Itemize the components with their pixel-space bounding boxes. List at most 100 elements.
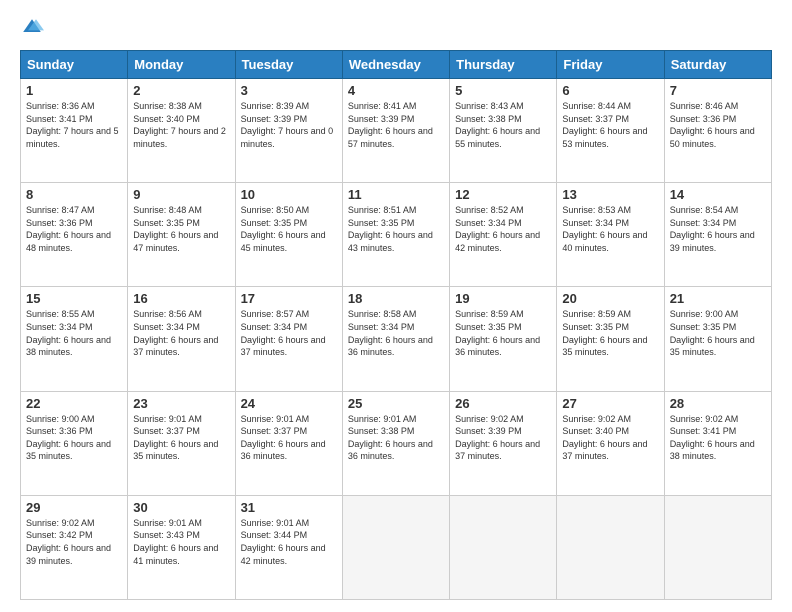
day-number: 4 xyxy=(348,83,444,98)
day-number: 9 xyxy=(133,187,229,202)
day-info: Sunrise: 8:51 AMSunset: 3:35 PMDaylight:… xyxy=(348,204,444,254)
day-number: 7 xyxy=(670,83,766,98)
header xyxy=(20,16,772,40)
day-number: 17 xyxy=(241,291,337,306)
day-info: Sunrise: 9:01 AMSunset: 3:37 PMDaylight:… xyxy=(241,413,337,463)
day-info: Sunrise: 8:46 AMSunset: 3:36 PMDaylight:… xyxy=(670,100,766,150)
day-number: 29 xyxy=(26,500,122,515)
day-info: Sunrise: 8:50 AMSunset: 3:35 PMDaylight:… xyxy=(241,204,337,254)
day-number: 8 xyxy=(26,187,122,202)
calendar-cell: 7 Sunrise: 8:46 AMSunset: 3:36 PMDaylight… xyxy=(664,79,771,183)
day-number: 20 xyxy=(562,291,658,306)
weekday-header: Sunday xyxy=(21,51,128,79)
day-info: Sunrise: 8:57 AMSunset: 3:34 PMDaylight:… xyxy=(241,308,337,358)
calendar-cell: 19 Sunrise: 8:59 AMSunset: 3:35 PMDayligh… xyxy=(450,287,557,391)
day-info: Sunrise: 8:41 AMSunset: 3:39 PMDaylight:… xyxy=(348,100,444,150)
day-info: Sunrise: 9:02 AMSunset: 3:39 PMDaylight:… xyxy=(455,413,551,463)
day-number: 18 xyxy=(348,291,444,306)
calendar-cell: 30 Sunrise: 9:01 AMSunset: 3:43 PMDayligh… xyxy=(128,495,235,599)
day-info: Sunrise: 8:48 AMSunset: 3:35 PMDaylight:… xyxy=(133,204,229,254)
calendar-cell xyxy=(664,495,771,599)
day-number: 21 xyxy=(670,291,766,306)
day-info: Sunrise: 9:02 AMSunset: 3:42 PMDaylight:… xyxy=(26,517,122,567)
logo xyxy=(20,16,48,40)
calendar-table: SundayMondayTuesdayWednesdayThursdayFrid… xyxy=(20,50,772,600)
day-number: 2 xyxy=(133,83,229,98)
calendar-cell: 8 Sunrise: 8:47 AMSunset: 3:36 PMDaylight… xyxy=(21,183,128,287)
day-number: 16 xyxy=(133,291,229,306)
calendar-cell: 23 Sunrise: 9:01 AMSunset: 3:37 PMDayligh… xyxy=(128,391,235,495)
day-number: 31 xyxy=(241,500,337,515)
day-info: Sunrise: 8:44 AMSunset: 3:37 PMDaylight:… xyxy=(562,100,658,150)
calendar-cell: 11Sunrise: 8:51 AMSunset: 3:35 PMDayligh… xyxy=(342,183,449,287)
calendar-cell: 6 Sunrise: 8:44 AMSunset: 3:37 PMDaylight… xyxy=(557,79,664,183)
day-number: 27 xyxy=(562,396,658,411)
page: SundayMondayTuesdayWednesdayThursdayFrid… xyxy=(0,0,792,612)
calendar-cell: 9 Sunrise: 8:48 AMSunset: 3:35 PMDaylight… xyxy=(128,183,235,287)
calendar-cell: 24 Sunrise: 9:01 AMSunset: 3:37 PMDayligh… xyxy=(235,391,342,495)
day-number: 22 xyxy=(26,396,122,411)
day-number: 13 xyxy=(562,187,658,202)
weekday-header: Monday xyxy=(128,51,235,79)
calendar-cell xyxy=(342,495,449,599)
day-number: 12 xyxy=(455,187,551,202)
calendar-cell: 17 Sunrise: 8:57 AMSunset: 3:34 PMDayligh… xyxy=(235,287,342,391)
calendar-cell: 29 Sunrise: 9:02 AMSunset: 3:42 PMDayligh… xyxy=(21,495,128,599)
day-number: 1 xyxy=(26,83,122,98)
day-info: Sunrise: 8:47 AMSunset: 3:36 PMDaylight:… xyxy=(26,204,122,254)
calendar-cell: 14 Sunrise: 8:54 AMSunset: 3:34 PMDayligh… xyxy=(664,183,771,287)
day-info: Sunrise: 8:56 AMSunset: 3:34 PMDaylight:… xyxy=(133,308,229,358)
day-info: Sunrise: 8:43 AMSunset: 3:38 PMDaylight:… xyxy=(455,100,551,150)
day-info: Sunrise: 8:59 AMSunset: 3:35 PMDaylight:… xyxy=(562,308,658,358)
day-info: Sunrise: 8:36 AMSunset: 3:41 PMDaylight:… xyxy=(26,100,122,150)
calendar-cell: 3 Sunrise: 8:39 AMSunset: 3:39 PMDaylight… xyxy=(235,79,342,183)
day-number: 15 xyxy=(26,291,122,306)
day-info: Sunrise: 8:38 AMSunset: 3:40 PMDaylight:… xyxy=(133,100,229,150)
day-number: 26 xyxy=(455,396,551,411)
day-number: 3 xyxy=(241,83,337,98)
calendar-cell: 2 Sunrise: 8:38 AMSunset: 3:40 PMDaylight… xyxy=(128,79,235,183)
day-info: Sunrise: 8:54 AMSunset: 3:34 PMDaylight:… xyxy=(670,204,766,254)
calendar-cell xyxy=(450,495,557,599)
calendar-cell: 31 Sunrise: 9:01 AMSunset: 3:44 PMDayligh… xyxy=(235,495,342,599)
calendar-cell: 5 Sunrise: 8:43 AMSunset: 3:38 PMDaylight… xyxy=(450,79,557,183)
weekday-header: Saturday xyxy=(664,51,771,79)
calendar-cell: 22 Sunrise: 9:00 AMSunset: 3:36 PMDayligh… xyxy=(21,391,128,495)
day-number: 24 xyxy=(241,396,337,411)
day-number: 10 xyxy=(241,187,337,202)
day-number: 14 xyxy=(670,187,766,202)
day-info: Sunrise: 9:00 AMSunset: 3:36 PMDaylight:… xyxy=(26,413,122,463)
calendar-cell: 27 Sunrise: 9:02 AMSunset: 3:40 PMDayligh… xyxy=(557,391,664,495)
day-info: Sunrise: 8:55 AMSunset: 3:34 PMDaylight:… xyxy=(26,308,122,358)
day-info: Sunrise: 8:39 AMSunset: 3:39 PMDaylight:… xyxy=(241,100,337,150)
day-number: 23 xyxy=(133,396,229,411)
day-number: 6 xyxy=(562,83,658,98)
calendar-cell: 1 Sunrise: 8:36 AMSunset: 3:41 PMDaylight… xyxy=(21,79,128,183)
calendar-cell: 4 Sunrise: 8:41 AMSunset: 3:39 PMDaylight… xyxy=(342,79,449,183)
calendar-cell xyxy=(557,495,664,599)
day-number: 28 xyxy=(670,396,766,411)
day-info: Sunrise: 8:58 AMSunset: 3:34 PMDaylight:… xyxy=(348,308,444,358)
calendar-cell: 16 Sunrise: 8:56 AMSunset: 3:34 PMDayligh… xyxy=(128,287,235,391)
calendar-cell: 13 Sunrise: 8:53 AMSunset: 3:34 PMDayligh… xyxy=(557,183,664,287)
day-number: 19 xyxy=(455,291,551,306)
calendar-cell: 10 Sunrise: 8:50 AMSunset: 3:35 PMDayligh… xyxy=(235,183,342,287)
day-info: Sunrise: 9:02 AMSunset: 3:40 PMDaylight:… xyxy=(562,413,658,463)
day-info: Sunrise: 8:53 AMSunset: 3:34 PMDaylight:… xyxy=(562,204,658,254)
day-info: Sunrise: 9:01 AMSunset: 3:44 PMDaylight:… xyxy=(241,517,337,567)
logo-icon xyxy=(20,16,44,40)
calendar-cell: 25Sunrise: 9:01 AMSunset: 3:38 PMDayligh… xyxy=(342,391,449,495)
day-number: 30 xyxy=(133,500,229,515)
weekday-header: Thursday xyxy=(450,51,557,79)
calendar-cell: 15 Sunrise: 8:55 AMSunset: 3:34 PMDayligh… xyxy=(21,287,128,391)
day-info: Sunrise: 8:59 AMSunset: 3:35 PMDaylight:… xyxy=(455,308,551,358)
day-info: Sunrise: 9:01 AMSunset: 3:37 PMDaylight:… xyxy=(133,413,229,463)
day-info: Sunrise: 9:01 AMSunset: 3:43 PMDaylight:… xyxy=(133,517,229,567)
calendar-cell: 18 Sunrise: 8:58 AMSunset: 3:34 PMDayligh… xyxy=(342,287,449,391)
calendar-cell: 12Sunrise: 8:52 AMSunset: 3:34 PMDayligh… xyxy=(450,183,557,287)
weekday-header: Wednesday xyxy=(342,51,449,79)
calendar-cell: 21 Sunrise: 9:00 AMSunset: 3:35 PMDayligh… xyxy=(664,287,771,391)
day-number: 5 xyxy=(455,83,551,98)
weekday-header: Friday xyxy=(557,51,664,79)
day-info: Sunrise: 9:00 AMSunset: 3:35 PMDaylight:… xyxy=(670,308,766,358)
